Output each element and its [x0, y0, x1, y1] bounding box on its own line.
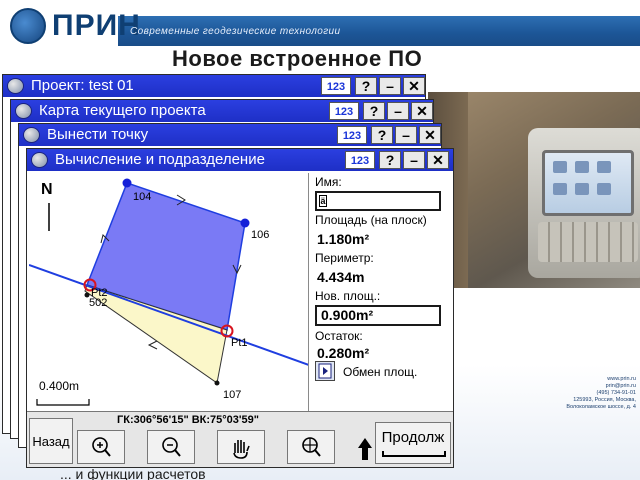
- minimize-button[interactable]: –: [387, 102, 409, 120]
- slide-header: ПРИН Современные геодезические технологи…: [0, 0, 640, 48]
- numeric-input-button[interactable]: 123: [337, 126, 367, 144]
- zoom-extents-button[interactable]: [287, 430, 335, 464]
- continue-label: Продолж: [381, 429, 445, 446]
- area-label: Площадь (на плоск): [315, 213, 427, 227]
- text-caret-icon: ä: [319, 195, 327, 207]
- vertex-point[interactable]: [240, 218, 250, 228]
- hand-icon: [233, 440, 250, 459]
- zoom-all-icon: [302, 437, 321, 457]
- logo-text: ПРИН: [52, 9, 141, 42]
- point-label: 104: [133, 191, 152, 203]
- contact-line: Волоколамское шоссе, д. 4: [566, 404, 636, 410]
- minimize-button[interactable]: –: [395, 126, 417, 144]
- new-area-input[interactable]: 0.900m²: [315, 305, 441, 326]
- name-label: Имя:: [315, 175, 342, 189]
- back-button[interactable]: Назад: [29, 418, 73, 464]
- zoom-in-button[interactable]: [77, 430, 125, 464]
- point-label: Pt1: [231, 337, 248, 349]
- contact-line: prin@prin.ru: [605, 383, 636, 389]
- contact-line: (495) 734-91-01: [596, 390, 636, 396]
- help-button[interactable]: ?: [379, 151, 401, 169]
- point-label: 107: [223, 389, 242, 401]
- continue-button[interactable]: Продолж: [375, 422, 451, 464]
- area-value: 1.180m²: [317, 231, 370, 247]
- device-photo: [428, 92, 640, 288]
- swap-area-button[interactable]: [315, 361, 335, 381]
- globe-icon: [10, 8, 46, 44]
- bottom-caption: ... и функции расчетов: [60, 466, 206, 480]
- device-keypad: [538, 222, 638, 262]
- zoom-out-icon: [162, 437, 181, 457]
- title-bar[interactable]: Вычисление и подразделение 123 ? – ✕: [27, 149, 453, 171]
- window-title: Проект: test 01: [31, 77, 134, 94]
- point-label: Pt2: [91, 287, 108, 299]
- app-icon[interactable]: [31, 152, 48, 168]
- close-button[interactable]: ✕: [419, 126, 441, 144]
- window-title: Карта текущего проекта: [39, 102, 206, 119]
- screen-app-icon: [597, 183, 611, 195]
- window-calculation-subdivision: Вычисление и подразделение 123 ? – ✕ N 1…: [26, 148, 454, 468]
- numeric-input-button[interactable]: 123: [321, 77, 351, 95]
- swap-icon: [318, 363, 332, 379]
- minimize-button[interactable]: –: [379, 77, 401, 95]
- device-screen: [542, 150, 634, 216]
- remainder-label: Остаток:: [315, 329, 363, 343]
- vertex-point[interactable]: [122, 178, 132, 188]
- perimeter-value: 4.434m: [317, 269, 365, 285]
- screen-app-icon: [597, 161, 611, 173]
- slide-title: Новое встроенное ПО: [172, 46, 423, 71]
- minimize-button[interactable]: –: [403, 151, 425, 169]
- slogan: Современные геодезические технологии: [130, 26, 341, 37]
- scroll-up-button[interactable]: [357, 436, 373, 462]
- help-button[interactable]: ?: [355, 77, 377, 95]
- angle-readout: ГК:306°56'15" ВК:75°03'59": [117, 414, 259, 426]
- screen-app-icon: [553, 183, 567, 195]
- map-canvas[interactable]: N 104 106 107 502 Pt2 Pt1 0.400m: [29, 173, 309, 413]
- help-button[interactable]: ?: [363, 102, 385, 120]
- window-title: Вынести точку: [47, 126, 149, 143]
- numeric-input-button[interactable]: 123: [329, 102, 359, 120]
- contact-line: 125993, Россия, Москва,: [573, 397, 636, 403]
- scale-bar: [36, 399, 90, 406]
- screen-app-icon: [575, 161, 589, 173]
- calculation-panel: Имя: ä Площадь (на плоск) 1.180m² Периме…: [313, 175, 453, 415]
- map-drawing: [29, 178, 308, 406]
- app-icon[interactable]: [15, 103, 32, 119]
- bottom-toolbar: Назад ГК:306°56'15" ВК:75°03'59" Продолж: [27, 411, 453, 467]
- app-icon[interactable]: [7, 78, 24, 94]
- title-bar[interactable]: Карта текущего проекта 123 ? – ✕: [11, 100, 433, 122]
- close-button[interactable]: ✕: [411, 102, 433, 120]
- zoom-out-button[interactable]: [147, 430, 195, 464]
- remainder-value: 0.280m²: [317, 345, 370, 361]
- close-button[interactable]: ✕: [427, 151, 449, 169]
- contact-info: www.prin.ru prin@prin.ru (495) 734-91-01…: [560, 376, 636, 411]
- arrow-up-icon: [358, 438, 372, 460]
- company-logo: ПРИН: [10, 6, 140, 46]
- new-area-label: Нов. площ.:: [315, 289, 381, 303]
- scale-label: 0.400m: [39, 379, 80, 393]
- window-title: Вычисление и подразделение: [55, 151, 265, 168]
- close-button[interactable]: ✕: [403, 77, 425, 95]
- point-label: 106: [251, 229, 270, 241]
- north-label: N: [41, 181, 53, 198]
- screen-app-icon: [575, 183, 589, 195]
- contact-line: www.prin.ru: [607, 376, 636, 382]
- enter-arrow-icon: [382, 451, 446, 457]
- name-input[interactable]: ä: [315, 191, 441, 211]
- perimeter-label: Периметр:: [315, 251, 374, 265]
- screen-app-icon: [553, 161, 567, 173]
- swap-area-label[interactable]: Обмен площ.: [343, 365, 417, 379]
- title-bar[interactable]: Проект: test 01 123 ? – ✕: [3, 75, 425, 97]
- help-button[interactable]: ?: [371, 126, 393, 144]
- app-icon[interactable]: [23, 127, 40, 143]
- zoom-in-icon: [92, 437, 111, 457]
- pan-button[interactable]: [217, 430, 265, 464]
- numeric-input-button[interactable]: 123: [345, 151, 375, 169]
- vertex-point[interactable]: [214, 380, 220, 386]
- title-bar[interactable]: Вынести точку 123 ? – ✕: [19, 124, 441, 146]
